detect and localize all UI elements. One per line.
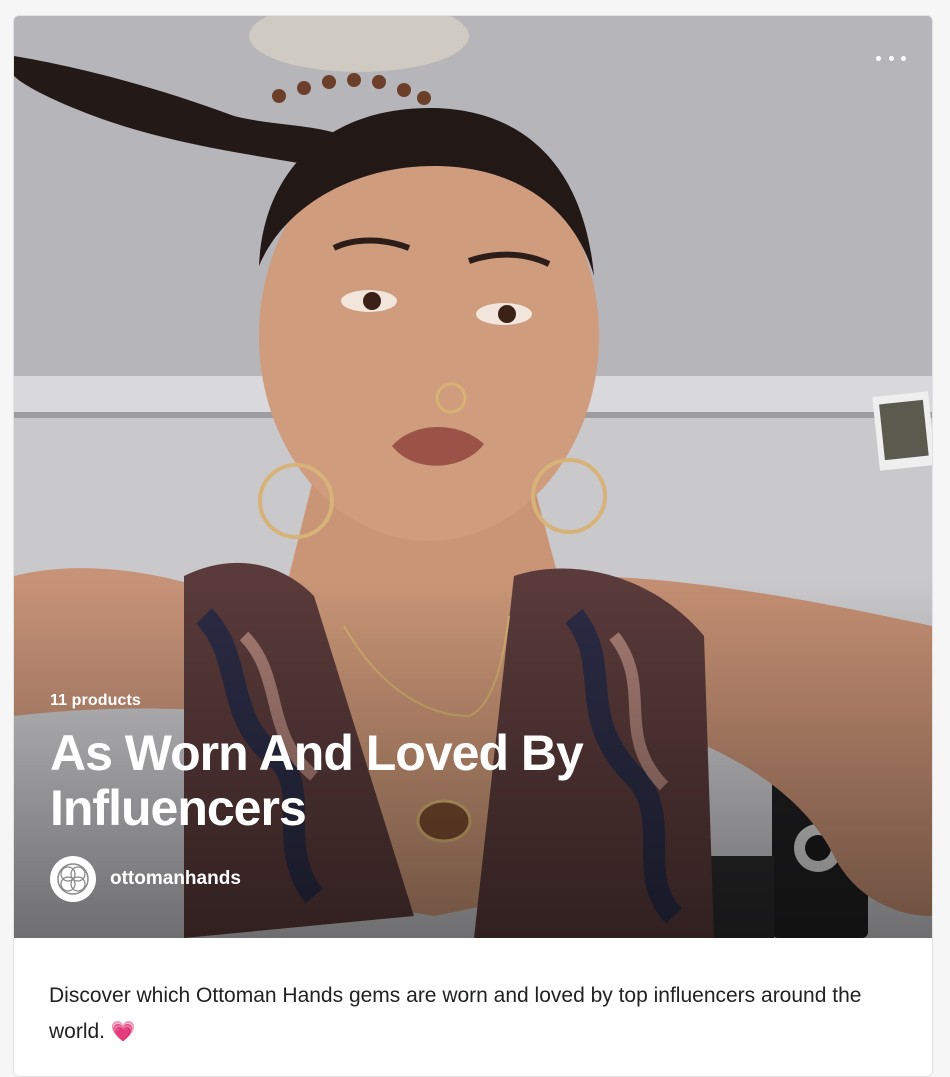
more-dot — [876, 55, 881, 61]
collection-hero-image[interactable]: 11 products As Worn And Loved By Influen… — [14, 16, 932, 938]
description-text: Discover which Ottoman Hands gems are wo… — [49, 984, 862, 1043]
more-options-icon[interactable] — [876, 50, 906, 66]
product-count: 11 products — [50, 692, 141, 709]
author-avatar[interactable] — [50, 856, 96, 902]
collection-meta: 11 products As Worn And Loved By Influen… — [50, 692, 690, 902]
more-dot — [901, 55, 906, 61]
author-name[interactable]: ottomanhands — [110, 868, 241, 890]
collection-card[interactable]: 11 products As Worn And Loved By Influen… — [13, 15, 933, 1077]
heart-emoji: 💗 — [110, 1021, 136, 1043]
ottomanhands-logo-icon — [57, 863, 89, 895]
collection-description: Discover which Ottoman Hands gems are wo… — [49, 978, 909, 1050]
author-link[interactable]: ottomanhands — [50, 856, 690, 902]
collection-title[interactable]: As Worn And Loved By Influencers — [50, 726, 690, 836]
more-dot — [888, 55, 894, 61]
